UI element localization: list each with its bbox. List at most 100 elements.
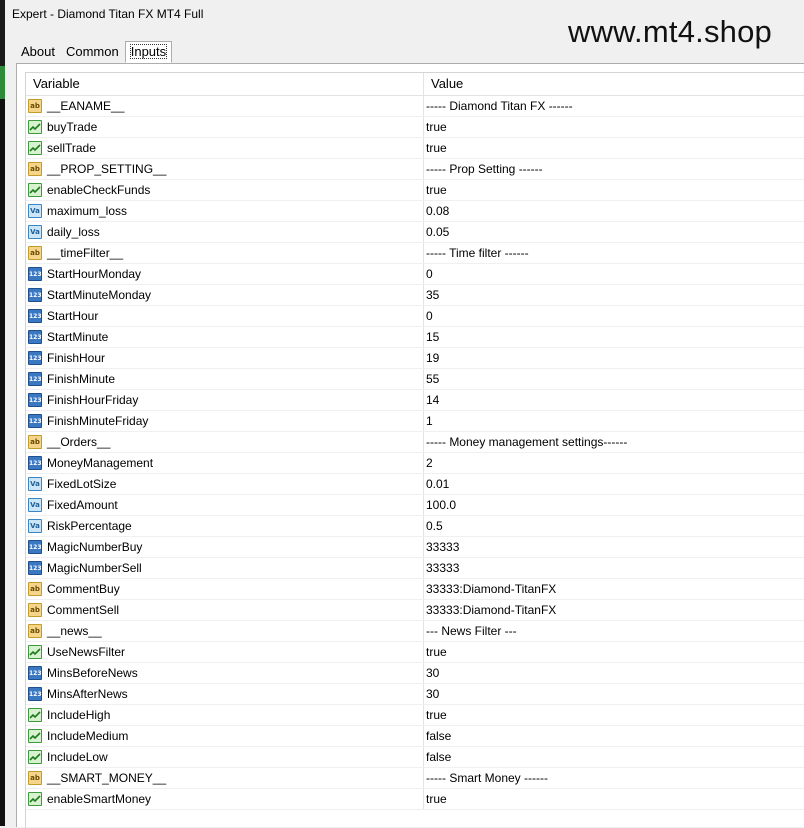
value-cell[interactable]: 30 — [424, 663, 804, 683]
table-row[interactable]: ab __EANAME__ ----- Diamond Titan FX -----… — [26, 96, 804, 117]
variable-cell[interactable]: 123 StartMinute — [26, 327, 424, 347]
value-cell[interactable]: 14 — [424, 390, 804, 410]
table-row[interactable]: ab __Orders__ ----- Money management setti… — [26, 432, 804, 453]
value-cell[interactable]: 0 — [424, 264, 804, 284]
table-row[interactable]: 123 FinishMinute 55 — [26, 369, 804, 390]
table-row[interactable]: Va FixedAmount 100.0 — [26, 495, 804, 516]
value-cell[interactable]: 15 — [424, 327, 804, 347]
value-cell[interactable]: ----- Diamond Titan FX ------ — [424, 96, 804, 116]
value-cell[interactable]: ----- Smart Money ------ — [424, 768, 804, 788]
table-row[interactable]: IncludeMedium false — [26, 726, 804, 747]
table-row[interactable]: 123 MagicNumberSell 33333 — [26, 558, 804, 579]
variable-cell[interactable]: IncludeLow — [26, 747, 424, 767]
value-cell[interactable]: 0.5 — [424, 516, 804, 536]
value-cell[interactable]: true — [424, 138, 804, 158]
value-cell[interactable]: 30 — [424, 684, 804, 704]
table-row[interactable]: 123 MinsAfterNews 30 — [26, 684, 804, 705]
value-cell[interactable]: ----- Time filter ------ — [424, 243, 804, 263]
variable-cell[interactable]: ab __PROP_SETTING__ — [26, 159, 424, 179]
variable-cell[interactable]: Va daily_loss — [26, 222, 424, 242]
value-cell[interactable]: --- News Filter --- — [424, 621, 804, 641]
variable-cell[interactable]: 123 MinsBeforeNews — [26, 663, 424, 683]
table-row[interactable]: Va maximum_loss 0.08 — [26, 201, 804, 222]
table-row[interactable]: 123 MinsBeforeNews 30 — [26, 663, 804, 684]
table-row[interactable]: 123 FinishMinuteFriday 1 — [26, 411, 804, 432]
table-row[interactable]: ab __PROP_SETTING__ ----- Prop Setting ---… — [26, 159, 804, 180]
table-row[interactable]: IncludeHigh true — [26, 705, 804, 726]
variable-cell[interactable]: enableCheckFunds — [26, 180, 424, 200]
variable-cell[interactable]: 123 MoneyManagement — [26, 453, 424, 473]
value-cell[interactable]: 0.08 — [424, 201, 804, 221]
table-row[interactable]: IncludeLow false — [26, 747, 804, 768]
value-cell[interactable]: 0.05 — [424, 222, 804, 242]
value-cell[interactable]: false — [424, 726, 804, 746]
variable-cell[interactable]: ab __news__ — [26, 621, 424, 641]
variable-cell[interactable]: UseNewsFilter — [26, 642, 424, 662]
variable-cell[interactable]: 123 StartHourMonday — [26, 264, 424, 284]
value-cell[interactable]: true — [424, 180, 804, 200]
tab-common[interactable]: Common — [61, 41, 124, 63]
variable-cell[interactable]: Va FixedAmount — [26, 495, 424, 515]
value-cell[interactable]: 0.01 — [424, 474, 804, 494]
value-cell[interactable]: 33333 — [424, 558, 804, 578]
variable-cell[interactable]: 123 FinishHour — [26, 348, 424, 368]
variable-cell[interactable]: 123 StartHour — [26, 306, 424, 326]
value-cell[interactable]: false — [424, 747, 804, 767]
table-row[interactable]: 123 FinishHourFriday 14 — [26, 390, 804, 411]
value-cell[interactable]: ----- Prop Setting ------ — [424, 159, 804, 179]
value-cell[interactable]: 1 — [424, 411, 804, 431]
value-cell[interactable]: true — [424, 117, 804, 137]
value-cell[interactable]: 19 — [424, 348, 804, 368]
value-cell[interactable]: ----- Money management settings------ — [424, 432, 804, 452]
variable-cell[interactable]: IncludeHigh — [26, 705, 424, 725]
variable-cell[interactable]: 123 MagicNumberBuy — [26, 537, 424, 557]
value-cell[interactable]: 2 — [424, 453, 804, 473]
column-header-value[interactable]: Value — [424, 73, 804, 95]
table-row[interactable]: enableCheckFunds true — [26, 180, 804, 201]
variable-cell[interactable]: ab __EANAME__ — [26, 96, 424, 116]
variable-cell[interactable]: 123 StartMinuteMonday — [26, 285, 424, 305]
table-row[interactable]: 123 StartMinuteMonday 35 — [26, 285, 804, 306]
value-cell[interactable]: 33333:Diamond-TitanFX — [424, 579, 804, 599]
value-cell[interactable]: true — [424, 705, 804, 725]
variable-cell[interactable]: ab __Orders__ — [26, 432, 424, 452]
table-row[interactable]: ab CommentSell 33333:Diamond-TitanFX — [26, 600, 804, 621]
variable-cell[interactable]: 123 FinishMinuteFriday — [26, 411, 424, 431]
variable-cell[interactable]: IncludeMedium — [26, 726, 424, 746]
variable-cell[interactable]: ab __SMART_MONEY__ — [26, 768, 424, 788]
tab-inputs[interactable]: Inputs — [124, 41, 173, 63]
table-row[interactable]: enableSmartMoney true — [26, 789, 804, 810]
value-cell[interactable]: 0 — [424, 306, 804, 326]
table-row[interactable]: 123 FinishHour 19 — [26, 348, 804, 369]
table-row[interactable]: Va RiskPercentage 0.5 — [26, 516, 804, 537]
table-row[interactable]: 123 MoneyManagement 2 — [26, 453, 804, 474]
table-row[interactable]: UseNewsFilter true — [26, 642, 804, 663]
value-cell[interactable]: 100.0 — [424, 495, 804, 515]
variable-cell[interactable]: sellTrade — [26, 138, 424, 158]
variable-cell[interactable]: ab CommentBuy — [26, 579, 424, 599]
value-cell[interactable]: 33333:Diamond-TitanFX — [424, 600, 804, 620]
variable-cell[interactable]: 123 FinishMinute — [26, 369, 424, 389]
variable-cell[interactable]: enableSmartMoney — [26, 789, 424, 809]
table-row[interactable]: Va daily_loss 0.05 — [26, 222, 804, 243]
value-cell[interactable]: 55 — [424, 369, 804, 389]
table-row[interactable]: 123 StartMinute 15 — [26, 327, 804, 348]
table-row[interactable]: 123 MagicNumberBuy 33333 — [26, 537, 804, 558]
variable-cell[interactable]: Va maximum_loss — [26, 201, 424, 221]
variable-cell[interactable]: 123 FinishHourFriday — [26, 390, 424, 410]
column-header-variable[interactable]: Variable — [26, 73, 424, 95]
variable-cell[interactable]: ab CommentSell — [26, 600, 424, 620]
table-row[interactable]: ab __news__ --- News Filter --- — [26, 621, 804, 642]
table-row[interactable]: buyTrade true — [26, 117, 804, 138]
table-row[interactable]: ab CommentBuy 33333:Diamond-TitanFX — [26, 579, 804, 600]
variable-cell[interactable]: Va FixedLotSize — [26, 474, 424, 494]
value-cell[interactable]: 33333 — [424, 537, 804, 557]
table-row[interactable]: 123 StartHour 0 — [26, 306, 804, 327]
table-row[interactable]: 123 StartHourMonday 0 — [26, 264, 804, 285]
value-cell[interactable]: true — [424, 642, 804, 662]
table-row[interactable]: ab __timeFilter__ ----- Time filter ------ — [26, 243, 804, 264]
variable-cell[interactable]: 123 MinsAfterNews — [26, 684, 424, 704]
variable-cell[interactable]: Va RiskPercentage — [26, 516, 424, 536]
variable-cell[interactable]: buyTrade — [26, 117, 424, 137]
value-cell[interactable]: 35 — [424, 285, 804, 305]
